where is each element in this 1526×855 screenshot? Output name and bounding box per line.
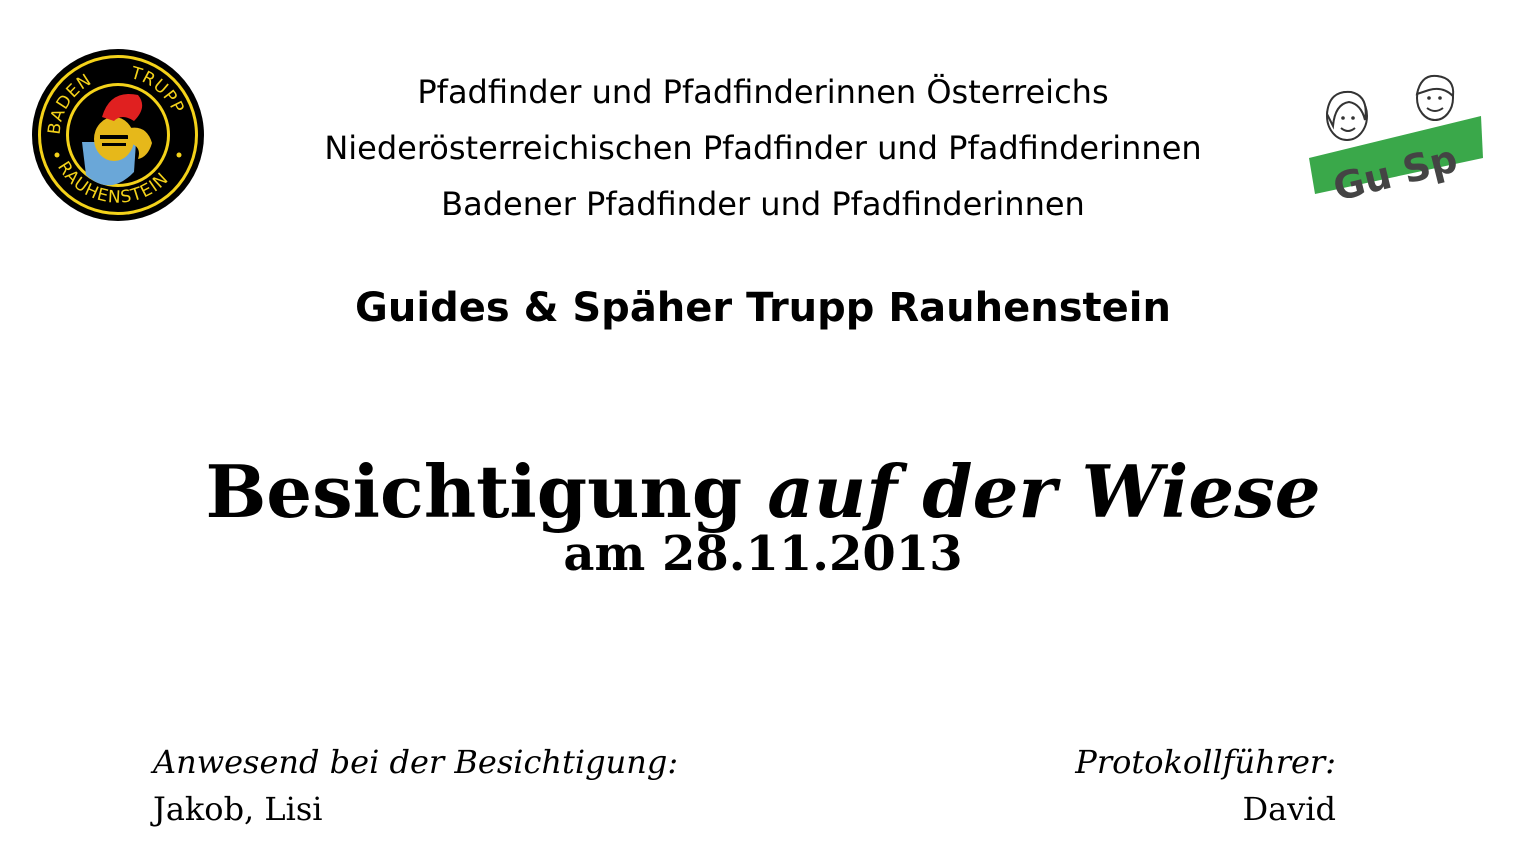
- title-regular-part: Besichtigung: [205, 449, 743, 534]
- org-line-local: Badener Pfadfinder und Pfadfinderinnen: [441, 185, 1085, 223]
- attendees-block: Anwesend bei der Besichtigung: Jakob, Li…: [153, 739, 678, 833]
- title-italic-part: auf der Wiese: [767, 449, 1321, 534]
- troop-name-heading: Guides & Späher Trupp Rauhenstein: [355, 285, 1171, 331]
- attendees-label: Anwesend bei der Besichtigung:: [153, 743, 679, 781]
- document-date: am 28.11.2013: [563, 526, 963, 582]
- recorder-label: Protokollführer:: [1075, 743, 1336, 781]
- organization-header: Pfadfinder und Pfadfinderinnen Österreic…: [0, 64, 1526, 232]
- org-line-national: Pfadfinder und Pfadfinderinnen Österreic…: [417, 73, 1109, 111]
- recorder-block: Protokollführer: David: [1075, 739, 1336, 833]
- attendees-value: Jakob, Lisi: [153, 790, 323, 828]
- org-line-regional: Niederösterreichischen Pfadfinder und Pf…: [324, 129, 1202, 167]
- recorder-value: David: [1242, 790, 1336, 828]
- gusp-logo: Gu Sp: [1305, 68, 1485, 210]
- gusp-logo-icon: Gu Sp: [1309, 74, 1483, 210]
